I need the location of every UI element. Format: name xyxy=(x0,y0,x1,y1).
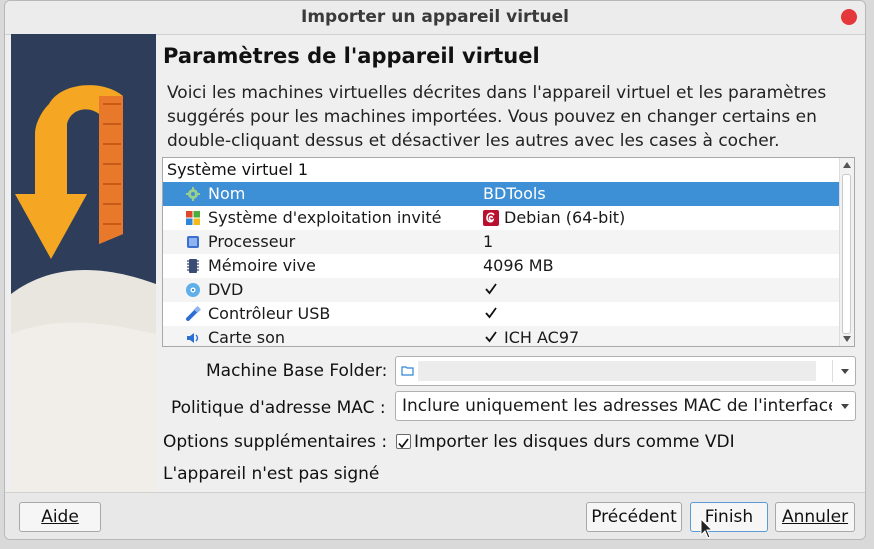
cancel-button-label: Annuler xyxy=(781,507,849,527)
page-heading: Paramètres de l'appareil virtuel xyxy=(163,44,540,68)
gear-icon xyxy=(186,187,200,201)
tree-row-value[interactable]: 4096 MB xyxy=(483,254,554,278)
ram-icon xyxy=(187,259,199,273)
base-folder-label: Machine Base Folder: xyxy=(206,361,388,381)
tree-group-virtual-system[interactable]: Système virtuel 1 xyxy=(167,160,308,179)
base-folder-combo[interactable] xyxy=(395,356,856,386)
help-button-label: Aide xyxy=(41,507,79,527)
tree-row-value[interactable]: BDTools xyxy=(483,182,546,206)
scroll-down-icon[interactable] xyxy=(843,336,851,342)
appliance-settings-tree[interactable]: Système virtuel 1 Nom BDTools Système d'… xyxy=(162,157,855,347)
os-icon xyxy=(186,211,200,225)
tree-row-memory[interactable]: Mémoire vive 4096 MB xyxy=(163,254,839,278)
tree-row-sound[interactable]: Carte son ICH AC97 xyxy=(163,326,839,347)
mac-policy-value: Inclure uniquement les adresses MAC de l… xyxy=(402,396,832,416)
tree-row-label: Contrôleur USB xyxy=(208,304,331,323)
combo-separator xyxy=(832,360,833,382)
chevron-down-icon[interactable] xyxy=(841,369,849,374)
usb-icon xyxy=(186,306,201,321)
tree-row-guest-os[interactable]: Système d'exploitation invité Debian (64… xyxy=(163,206,839,230)
signature-status: L'appareil n'est pas signé xyxy=(163,464,380,484)
tree-row-label: Mémoire vive xyxy=(208,256,316,275)
tree-row-label: Processeur xyxy=(208,232,296,251)
back-button[interactable]: Précédent xyxy=(586,502,682,532)
tree-row-value[interactable]: Debian (64-bit) xyxy=(504,206,625,230)
mac-policy-combo[interactable]: Inclure uniquement les adresses MAC de l… xyxy=(395,391,856,421)
sound-icon xyxy=(187,333,199,343)
dvd-checkbox[interactable] xyxy=(484,282,498,296)
tree-row-name[interactable]: Nom BDTools xyxy=(163,182,839,206)
tree-row-label: Nom xyxy=(208,184,246,203)
checkmark-icon xyxy=(398,438,409,449)
import-vdi-label[interactable]: Importer les disques durs comme VDI xyxy=(414,432,735,452)
page-description: Voici les machines virtuelles décrites d… xyxy=(167,83,827,151)
tree-row-dvd[interactable]: DVD xyxy=(163,278,839,302)
tree-row-label: DVD xyxy=(208,280,244,299)
mac-policy-label: Politique d'adresse MAC : xyxy=(171,398,386,418)
button-bar: Aide Précédent Finish Annuler xyxy=(5,492,865,539)
folder-icon xyxy=(401,366,414,376)
usb-checkbox[interactable] xyxy=(484,306,498,320)
help-button[interactable]: Aide xyxy=(19,502,101,532)
debian-icon xyxy=(483,210,499,226)
tree-row-value[interactable]: 1 xyxy=(483,230,493,254)
base-folder-path xyxy=(418,361,816,381)
back-button-label: Précédent xyxy=(591,507,677,527)
tree-row-label: Carte son xyxy=(208,328,286,347)
extra-options-label: Options supplémentaires : xyxy=(163,432,388,452)
tree-row-label: Système d'exploitation invité xyxy=(208,208,442,227)
wizard-banner-image xyxy=(11,34,156,492)
scroll-up-icon[interactable] xyxy=(843,162,851,168)
cancel-button[interactable]: Annuler xyxy=(775,502,855,532)
import-appliance-window: Importer un appareil virtuel Paramètres … xyxy=(4,0,866,540)
mouse-cursor-icon xyxy=(700,518,714,539)
tree-row-usb[interactable]: Contrôleur USB xyxy=(163,302,839,326)
chevron-down-icon[interactable] xyxy=(841,404,849,409)
sound-checkbox[interactable] xyxy=(484,330,498,344)
window-title: Importer un appareil virtuel xyxy=(301,7,569,27)
tree-row-value[interactable]: ICH AC97 xyxy=(504,326,579,346)
title-bar: Importer un appareil virtuel xyxy=(5,1,865,35)
tree-row-processor[interactable]: Processeur 1 xyxy=(163,230,839,254)
scroll-thumb[interactable] xyxy=(842,174,851,334)
cpu-icon xyxy=(187,236,199,248)
tree-scrollbar[interactable] xyxy=(839,158,854,346)
import-vdi-checkbox[interactable] xyxy=(396,434,411,449)
close-button[interactable] xyxy=(841,9,857,25)
dvd-icon xyxy=(186,283,200,297)
